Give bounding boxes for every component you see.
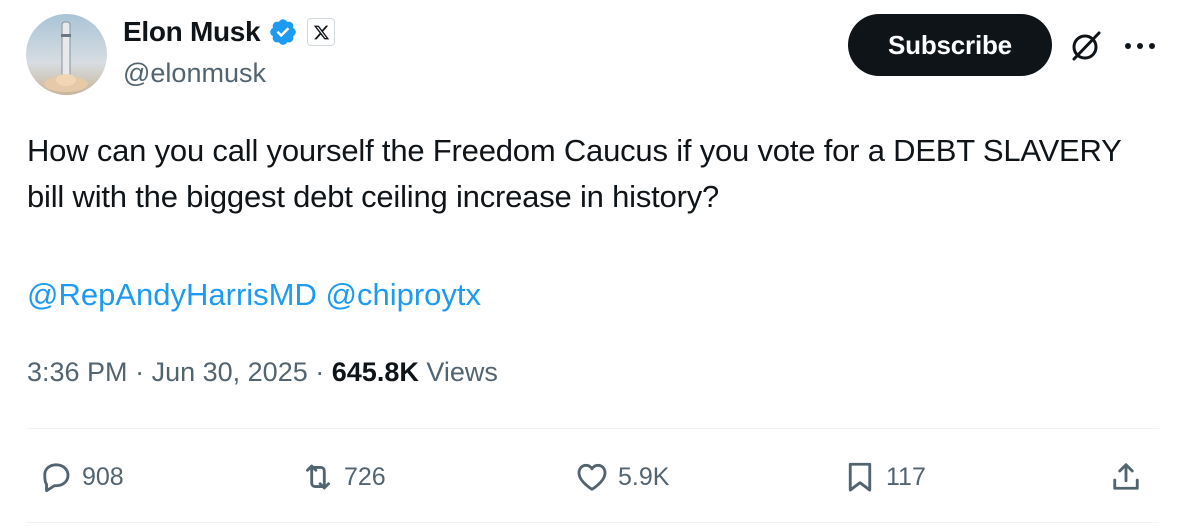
tweet-mentions: @RepAndyHarrisMD @chiproytx — [27, 272, 481, 318]
divider — [27, 522, 1159, 523]
share-button[interactable] — [1108, 452, 1152, 502]
more-icon[interactable] — [1120, 36, 1160, 56]
repost-count: 726 — [344, 462, 386, 491]
reply-button[interactable]: 908 — [38, 452, 124, 502]
bookmark-count: 117 — [886, 462, 926, 491]
repost-icon — [306, 464, 330, 490]
tweet-meta: 3:36 PM · Jun 30, 2025 · 645.8K Views — [27, 352, 498, 392]
reply-icon — [43, 463, 70, 493]
author-name[interactable]: Elon Musk — [123, 16, 261, 48]
mention-link[interactable]: @RepAndyHarrisMD — [27, 277, 317, 312]
author-name-row: Elon Musk — [123, 16, 336, 48]
author-handle[interactable]: @elonmusk — [123, 58, 266, 89]
share-icon — [1113, 463, 1139, 490]
heart-icon — [577, 463, 607, 491]
meta-separator: · — [315, 357, 325, 387]
tweet-text: How can you call yourself the Freedom Ca… — [27, 133, 1122, 214]
divider — [27, 428, 1159, 429]
like-count: 5.9K — [618, 462, 670, 491]
bookmark-button[interactable]: 117 — [842, 452, 926, 502]
tweet-time[interactable]: 3:36 PM — [27, 357, 128, 387]
repost-button[interactable]: 726 — [300, 452, 386, 502]
bookmark-icon — [848, 462, 872, 492]
x-logo-icon — [307, 18, 336, 46]
views-label: Views — [426, 357, 498, 387]
mention-link[interactable]: @chiproytx — [326, 277, 482, 312]
views-count: 645.8K — [331, 357, 419, 387]
reply-count: 908 — [82, 462, 124, 491]
like-button[interactable]: 5.9K — [574, 452, 669, 502]
avatar[interactable] — [26, 14, 107, 95]
meta-separator: · — [135, 357, 145, 387]
verified-badge-icon[interactable] — [268, 17, 298, 47]
grok-icon[interactable] — [1068, 28, 1104, 64]
subscribe-button[interactable]: Subscribe — [848, 14, 1052, 76]
tweet-date[interactable]: Jun 30, 2025 — [152, 357, 308, 387]
avatar-image — [26, 14, 107, 95]
